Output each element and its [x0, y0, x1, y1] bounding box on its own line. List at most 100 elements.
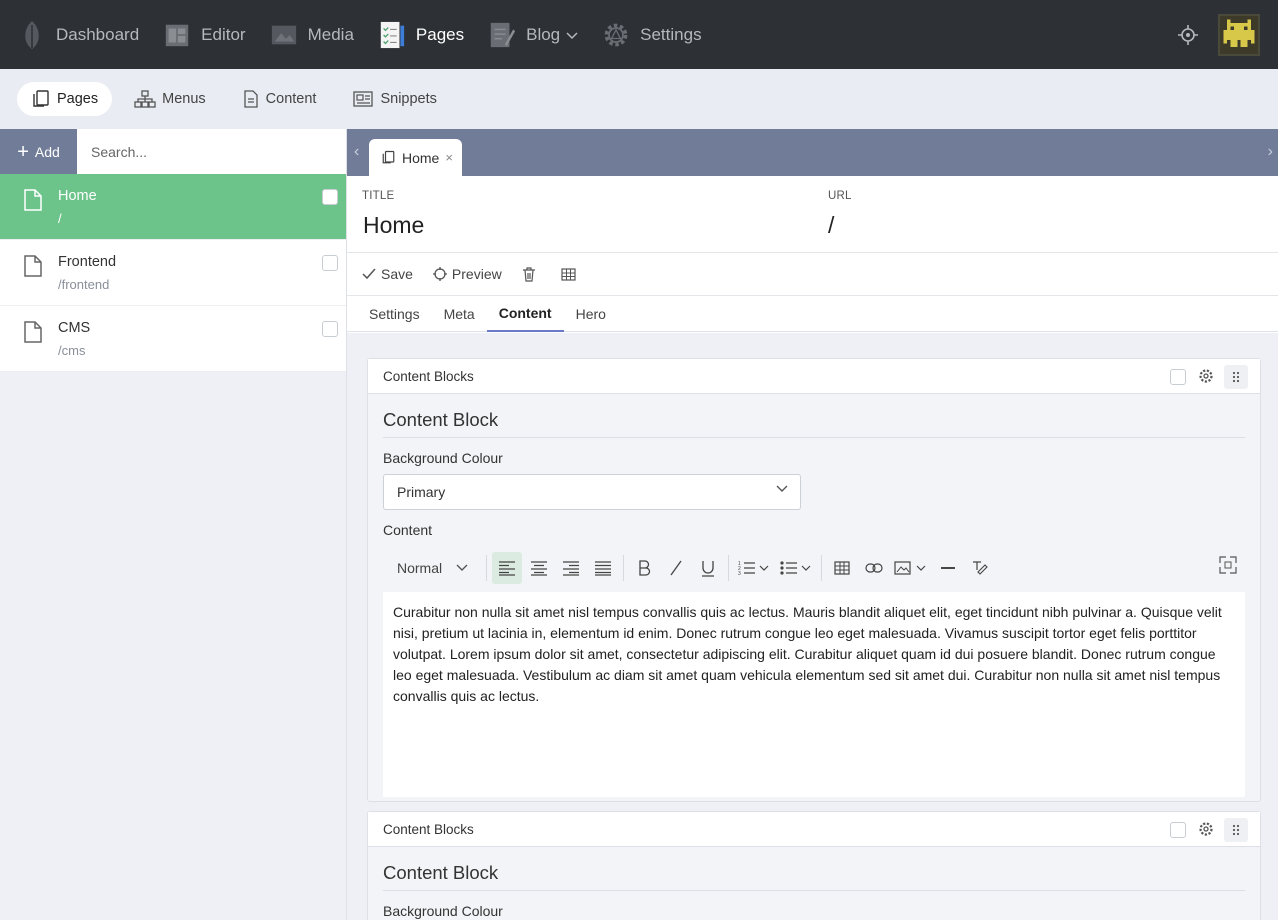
nav-label: Dashboard: [56, 24, 140, 44]
subnav-menus[interactable]: Menus: [120, 82, 220, 116]
page-item-cms[interactable]: CMS /cms: [0, 306, 346, 372]
tab-meta[interactable]: Meta: [432, 296, 487, 332]
nav-media[interactable]: Media: [258, 0, 366, 69]
align-center-icon: [531, 561, 548, 576]
pages-icon: [378, 19, 406, 51]
tab-label: Home: [402, 149, 440, 166]
italic-icon: [670, 560, 682, 576]
page-select-checkbox[interactable]: [322, 189, 338, 205]
content-block: Content Blocks Content Block Background …: [367, 811, 1261, 920]
subnav-label: Snippets: [380, 91, 437, 107]
blog-icon: [488, 19, 516, 51]
page-list-panel: + Add Home / Frontend /frontend CMS /cms: [0, 129, 347, 920]
nav-pages[interactable]: Pages: [366, 0, 476, 69]
nav-dashboard[interactable]: Dashboard: [0, 0, 151, 69]
page-icon: [24, 255, 42, 277]
page-item-home[interactable]: Home /: [0, 174, 346, 240]
drag-icon: [1232, 824, 1240, 836]
subnav-pages[interactable]: Pages: [17, 82, 113, 116]
drag-handle[interactable]: [1224, 365, 1248, 389]
page-icon: [24, 321, 42, 343]
page-item-frontend[interactable]: Frontend /frontend: [0, 240, 346, 306]
nav-blog[interactable]: Blog: [476, 0, 590, 69]
bullet-list-button[interactable]: [776, 552, 816, 584]
nav-label: Media: [307, 24, 354, 44]
url-field[interactable]: /: [828, 212, 834, 239]
clear-format-button[interactable]: [965, 552, 995, 584]
block-header-label: Content Blocks: [383, 821, 474, 837]
align-center-button[interactable]: [524, 552, 554, 584]
nav-editor[interactable]: Editor: [151, 0, 257, 69]
editor-icon: [163, 19, 191, 51]
tab-hero[interactable]: Hero: [564, 296, 618, 332]
media-icon: [270, 19, 298, 51]
format-value: Normal: [397, 560, 443, 576]
subnav-content[interactable]: Content: [228, 82, 331, 116]
chevron-right-icon[interactable]: ›: [1268, 143, 1273, 161]
page-meta: TITLE Home URL /: [347, 176, 1278, 253]
block-select-checkbox[interactable]: [1170, 369, 1186, 385]
sitemap-icon: [134, 90, 156, 108]
editor-tab-home[interactable]: Home ×: [369, 139, 462, 176]
insert-image-button[interactable]: [891, 552, 931, 584]
tab-content[interactable]: Content: [486, 296, 564, 332]
nav-settings[interactable]: Settings: [590, 0, 713, 69]
underline-icon: [702, 560, 715, 577]
content-blocks-area: Content Blocks Content Block Background …: [347, 333, 1278, 920]
block-header: Content Blocks: [368, 359, 1260, 394]
underline-button[interactable]: [693, 552, 723, 584]
page-select-checkbox[interactable]: [322, 255, 338, 271]
italic-button[interactable]: [661, 552, 691, 584]
page-search-input[interactable]: [77, 129, 346, 174]
nav-label: Settings: [640, 24, 702, 44]
delete-button[interactable]: [522, 266, 541, 282]
page-name: Home: [58, 188, 97, 204]
leaf-icon: [18, 19, 46, 51]
background-colour-select[interactable]: Primary: [383, 474, 801, 510]
subnav-label: Menus: [162, 91, 206, 107]
page-slug: /: [58, 211, 62, 226]
preview-button[interactable]: Preview: [432, 266, 502, 282]
close-icon[interactable]: ×: [445, 150, 453, 165]
block-header: Content Blocks: [368, 812, 1260, 847]
nav-label: Editor: [201, 24, 246, 44]
bold-button[interactable]: [629, 552, 659, 584]
align-justify-button[interactable]: [588, 552, 618, 584]
gear-icon[interactable]: [1198, 368, 1214, 384]
clear-format-icon: [973, 561, 988, 575]
chevron-left-icon[interactable]: ‹: [354, 143, 359, 161]
table-button[interactable]: [561, 267, 581, 282]
page-select-checkbox[interactable]: [322, 321, 338, 337]
align-right-button[interactable]: [556, 552, 586, 584]
format-select[interactable]: Normal: [383, 552, 482, 584]
save-button[interactable]: Save: [362, 266, 413, 282]
crosshair-button[interactable]: [1168, 15, 1208, 55]
add-page-button[interactable]: + Add: [0, 129, 77, 174]
insert-table-button[interactable]: [827, 552, 857, 584]
horizontal-rule-button[interactable]: [933, 552, 963, 584]
gear-icon[interactable]: [1198, 821, 1214, 837]
rich-text-editor[interactable]: Curabitur non nulla sit amet nisl tempus…: [383, 592, 1245, 797]
link-icon: [865, 563, 883, 573]
tab-settings[interactable]: Settings: [357, 296, 432, 332]
table-icon: [561, 267, 576, 281]
title-field[interactable]: Home: [363, 212, 424, 239]
align-left-button[interactable]: [492, 552, 523, 584]
subnav-snippets[interactable]: Snippets: [338, 82, 450, 116]
ordered-list-icon: 123: [738, 561, 769, 576]
block-select-checkbox[interactable]: [1170, 822, 1186, 838]
block-title: Content Block: [383, 862, 1245, 891]
block-title: Content Block: [383, 409, 1245, 438]
avatar[interactable]: [1218, 13, 1260, 56]
subnav-label: Content: [265, 91, 317, 107]
save-label: Save: [381, 266, 413, 282]
subnav-label: Pages: [57, 91, 99, 107]
ordered-list-button[interactable]: 123: [734, 552, 774, 584]
settings-icon: [602, 19, 630, 51]
table-icon: [834, 561, 850, 575]
page-editor: ‹ Home × › TITLE Home URL / Save Preview…: [347, 129, 1278, 920]
drag-handle[interactable]: [1224, 818, 1248, 842]
fullscreen-icon[interactable]: [1219, 556, 1237, 574]
preview-label: Preview: [451, 266, 502, 282]
insert-link-button[interactable]: [859, 552, 889, 584]
